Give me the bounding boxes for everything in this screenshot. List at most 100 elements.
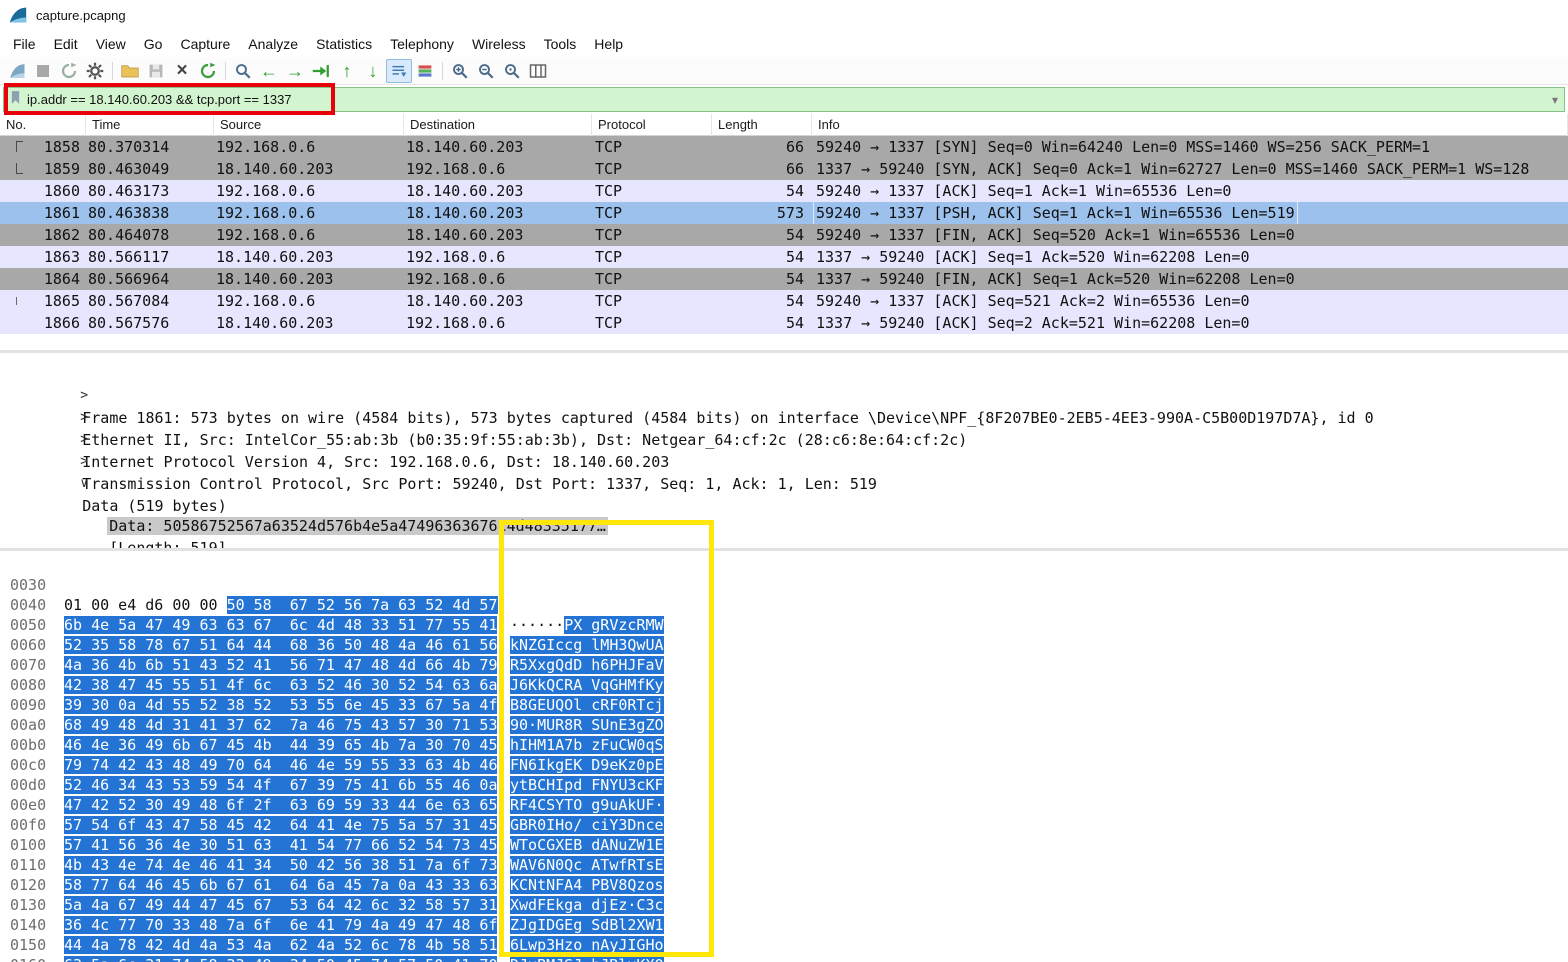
packet-row[interactable]: 1859 80.463049 18.140.60.203 192.168.0.6…	[0, 158, 1568, 180]
packet-info: 59240 → 1337 [ACK] Seq=521 Ack=2 Win=655…	[816, 290, 1249, 312]
hex-row[interactable]: 0090 68 49 48 4d 31 41 37 62 7a 46 75 43…	[0, 675, 1568, 695]
packet-source: 192.168.0.6	[216, 224, 315, 246]
packet-protocol: TCP	[595, 202, 622, 224]
packet-protocol: TCP	[595, 180, 622, 202]
detail-line[interactable]: [Length: 519]	[0, 493, 1568, 515]
detail-text: Transmission Control Protocol, Src Port:…	[80, 475, 879, 493]
column-header-protocol[interactable]: Protocol	[592, 114, 712, 136]
restart-capture-icon[interactable]	[56, 59, 82, 83]
hex-row[interactable]: 0160 59 46 69 78 46 46 32 34 38 0a 63 77…	[0, 935, 1568, 955]
packet-time: 80.463049	[88, 158, 169, 180]
hex-row[interactable]: 00a0 46 4e 36 49 6b 67 45 4b 44 39 65 4b…	[0, 695, 1568, 715]
packet-destination: 18.140.60.203	[406, 136, 523, 158]
go-last-packet-icon[interactable]: ↓	[360, 59, 386, 83]
packet-no: 1860	[0, 180, 80, 202]
menu-item[interactable]: Statistics	[307, 33, 381, 55]
auto-scroll-icon[interactable]	[386, 59, 412, 83]
column-header-time[interactable]: Time	[86, 114, 214, 136]
hex-row[interactable]: 00f0 57 41 56 36 4e 30 51 63 41 54 77 66…	[0, 795, 1568, 815]
zoom-in-icon[interactable]	[447, 59, 473, 83]
hex-dump-pane: 0030 01 00 e4 d6 00 00 50 58 67 52 56 7a…	[0, 551, 1568, 962]
display-filter-input[interactable]	[27, 92, 1546, 107]
hex-row[interactable]: 0060 4a 36 4b 6b 51 43 52 41 56 71 47 48…	[0, 615, 1568, 635]
go-first-packet-icon[interactable]: ↑	[334, 59, 360, 83]
hex-row[interactable]: 0170 6f 38 26 0a 7b 42 52 6c 42 6c 47 6c…	[0, 955, 1568, 962]
column-header-source[interactable]: Source	[214, 114, 404, 136]
open-file-icon[interactable]	[117, 59, 143, 83]
resize-columns-icon[interactable]	[525, 59, 551, 83]
packet-row[interactable]: 1866 80.567576 18.140.60.203 192.168.0.6…	[0, 312, 1568, 334]
packet-row[interactable]: 1864 80.566964 18.140.60.203 192.168.0.6…	[0, 268, 1568, 290]
menu-item[interactable]: Tools	[535, 33, 586, 55]
hex-row[interactable]: 0050 52 35 58 78 67 51 64 44 68 36 50 48…	[0, 595, 1568, 615]
detail-line[interactable]: > Ethernet II, Src: IntelCor_55:ab:3b (b…	[0, 383, 1568, 405]
find-packet-icon[interactable]	[230, 59, 256, 83]
menu-item[interactable]: Go	[135, 33, 172, 55]
packet-row[interactable]: 1858 80.370314 192.168.0.6 18.140.60.203…	[0, 136, 1568, 158]
zoom-out-icon[interactable]	[473, 59, 499, 83]
hex-row[interactable]: 0080 39 30 0a 4d 55 52 38 52 53 55 6e 45…	[0, 655, 1568, 675]
expand-chevron-icon[interactable]: >	[80, 429, 100, 451]
column-header-no[interactable]: No.	[0, 114, 86, 136]
packet-protocol: TCP	[595, 136, 622, 158]
hex-row[interactable]: 0120 5a 4a 67 49 44 47 45 67 53 64 42 6c…	[0, 855, 1568, 875]
hex-row[interactable]: 0040 6b 4e 5a 47 49 63 63 67 6c 4d 48 33…	[0, 575, 1568, 595]
hex-row[interactable]: 0110 58 77 64 46 45 6b 67 61 64 6a 45 7a…	[0, 835, 1568, 855]
filter-dropdown-arrow-icon[interactable]: ▾	[1552, 93, 1558, 107]
go-to-packet-icon[interactable]	[308, 59, 334, 83]
hex-row[interactable]: 00d0 47 42 52 30 49 48 6f 2f 63 69 59 33…	[0, 755, 1568, 775]
column-header-length[interactable]: Length	[712, 114, 812, 136]
start-capture-icon[interactable]	[4, 59, 30, 83]
hex-row[interactable]: 0130 36 4c 77 70 33 48 7a 6f 6e 41 79 4a…	[0, 875, 1568, 895]
packet-no: 1866	[0, 312, 80, 334]
save-file-icon[interactable]	[143, 59, 169, 83]
reload-icon[interactable]	[195, 59, 221, 83]
toolbar-separator	[225, 62, 226, 80]
display-filter-field[interactable]: ▾	[3, 87, 1565, 112]
column-header-destination[interactable]: Destination	[404, 114, 592, 136]
menu-item[interactable]: Edit	[45, 33, 87, 55]
go-forward-icon[interactable]: →	[282, 59, 308, 83]
hex-row[interactable]: 00c0 52 46 34 43 53 59 54 4f 67 39 75 41…	[0, 735, 1568, 755]
expand-chevron-icon[interactable]: ∨	[80, 473, 100, 495]
packet-time: 80.463173	[88, 180, 169, 202]
close-file-icon[interactable]: ×	[169, 59, 195, 83]
expand-chevron-icon[interactable]: >	[80, 385, 100, 407]
packet-row[interactable]: 1865 80.567084 192.168.0.6 18.140.60.203…	[0, 290, 1568, 312]
filter-bookmark-icon[interactable]	[10, 90, 21, 110]
hex-row[interactable]: 00b0 79 74 42 43 48 49 70 64 46 4e 59 55…	[0, 715, 1568, 735]
packet-source: 192.168.0.6	[216, 180, 315, 202]
colorize-icon[interactable]	[412, 59, 438, 83]
packet-length: 54	[712, 246, 804, 268]
packet-destination: 192.168.0.6	[406, 312, 505, 334]
menu-item[interactable]: Analyze	[239, 33, 307, 55]
hex-row[interactable]: 0140 44 4a 78 42 4d 4a 53 4a 62 4a 52 6c…	[0, 895, 1568, 915]
packet-row[interactable]: 1860 80.463173 192.168.0.6 18.140.60.203…	[0, 180, 1568, 202]
go-back-icon[interactable]: ←	[256, 59, 282, 83]
menu-item[interactable]: Wireless	[463, 33, 535, 55]
menu-item[interactable]: Help	[585, 33, 632, 55]
expand-chevron-icon[interactable]: >	[80, 451, 100, 473]
zoom-reset-icon[interactable]	[499, 59, 525, 83]
menu-item[interactable]: File	[4, 33, 45, 55]
packet-time: 80.370314	[88, 136, 169, 158]
capture-options-icon[interactable]	[82, 59, 108, 83]
hex-row[interactable]: 0070 42 38 47 45 55 51 4f 6c 63 52 46 30…	[0, 635, 1568, 655]
column-header-info[interactable]: Info	[812, 114, 1568, 136]
packet-row[interactable]: 1863 80.566117 18.140.60.203 192.168.0.6…	[0, 246, 1568, 268]
expand-chevron-icon[interactable]: >	[80, 407, 100, 429]
menu-item[interactable]: View	[87, 33, 135, 55]
hex-row[interactable]: 0100 4b 43 4e 74 4e 46 41 34 50 42 56 38…	[0, 815, 1568, 835]
hex-row[interactable]: 00e0 57 54 6f 43 47 58 45 42 64 41 4e 75…	[0, 775, 1568, 795]
detail-line[interactable]: > Frame 1861: 573 bytes on wire (4584 bi…	[0, 361, 1568, 383]
hex-row[interactable]: 0030 01 00 e4 d6 00 00 50 58 67 52 56 7a…	[0, 555, 1568, 575]
menu-item[interactable]: Capture	[171, 33, 239, 55]
hex-row[interactable]: 0150 63 5a 6c 31 74 58 33 49 34 50 45 74…	[0, 915, 1568, 935]
packet-row[interactable]: 1861 80.463838 192.168.0.6 18.140.60.203…	[0, 202, 1568, 224]
packet-info: 1337 → 59240 [SYN, ACK] Seq=0 Ack=1 Win=…	[816, 158, 1529, 180]
packet-time: 80.567084	[88, 290, 169, 312]
stop-capture-icon[interactable]	[30, 59, 56, 83]
packet-no: 1865	[0, 290, 80, 312]
menu-item[interactable]: Telephony	[381, 33, 463, 55]
packet-row[interactable]: 1862 80.464078 192.168.0.6 18.140.60.203…	[0, 224, 1568, 246]
